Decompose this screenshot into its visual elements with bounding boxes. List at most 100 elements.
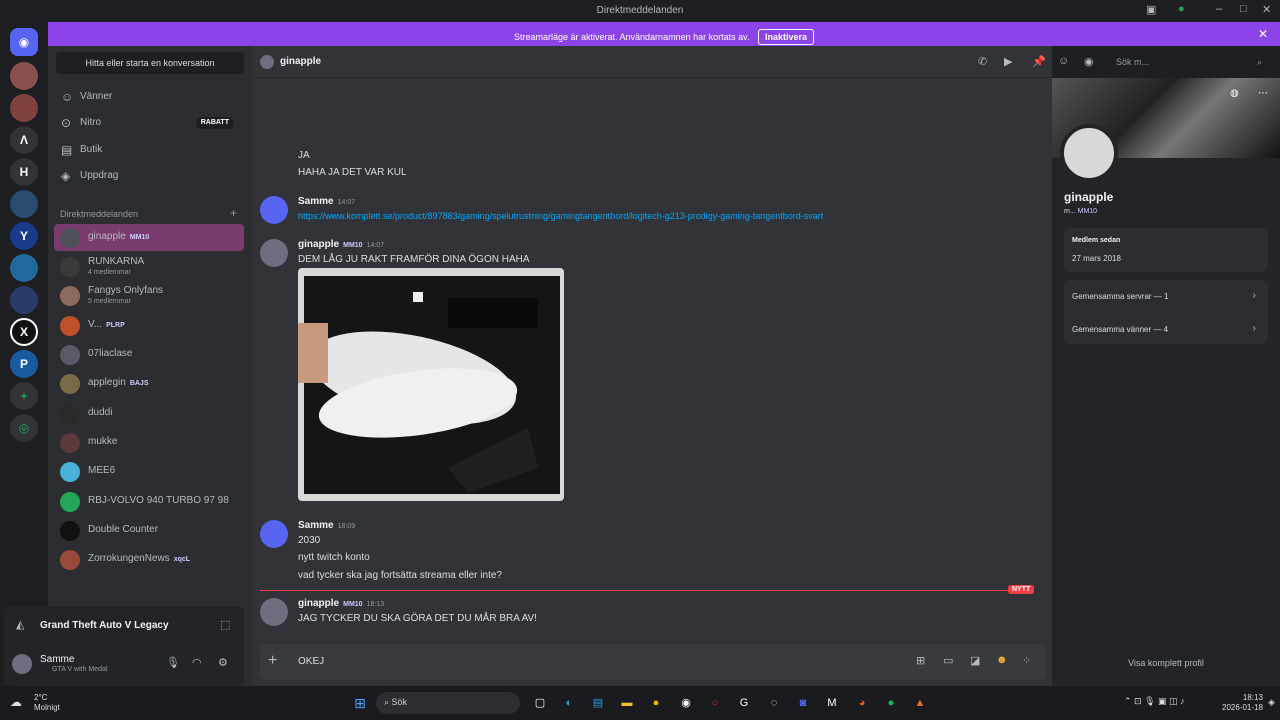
disable-streamer-mode-button[interactable]: Inaktivera <box>757 29 814 45</box>
server-icon[interactable] <box>10 190 38 218</box>
message-time: 18:09 <box>337 523 356 530</box>
folder-icon[interactable]: ▬ <box>619 695 635 711</box>
apps-icon[interactable]: ⁘ <box>1022 654 1031 667</box>
more-icon[interactable]: ⋯ <box>1258 88 1268 99</box>
avatar[interactable] <box>260 239 288 267</box>
message-author[interactable]: ginapple MM10 14:07 <box>298 239 384 250</box>
dm-item[interactable]: Fangys Onlyfans 5 medlemmar <box>54 282 244 309</box>
user-badge: MM10 <box>1077 208 1098 215</box>
server-icon[interactable] <box>10 62 38 90</box>
windows-start-icon[interactable]: ⊞ <box>352 695 368 711</box>
nav-nitro[interactable]: ⊙ Nitro RABATT <box>56 111 244 135</box>
notepad-icon[interactable]: ▤ <box>590 695 606 711</box>
search-input[interactable]: Sök m... ⌕ <box>1110 52 1268 72</box>
gift-icon[interactable]: ⊞ <box>916 654 925 667</box>
avatar[interactable] <box>12 654 32 674</box>
find-conversation-button[interactable]: Hitta eller starta en konversation <box>56 52 244 74</box>
nav-friends[interactable]: ☺ Vänner <box>56 85 244 109</box>
voice-call-icon[interactable]: ✆ <box>978 55 987 68</box>
add-server-icon[interactable]: + <box>10 382 38 410</box>
system-tray-icons[interactable]: ⌃ ⊡ 🎙 ▣ ◫ ♪ <box>1124 696 1185 707</box>
server-icon[interactable] <box>10 94 38 122</box>
close-icon[interactable]: ✕ <box>1258 27 1268 41</box>
attached-image[interactable] <box>298 268 564 501</box>
emoji-icon[interactable]: ☻ <box>996 654 1008 666</box>
maximize-button[interactable]: □ <box>1240 3 1247 15</box>
message-text: JA <box>298 150 310 161</box>
dm-item[interactable]: RUNKARNA 4 medlemmar <box>54 253 244 280</box>
video-call-icon[interactable]: ▶ <box>1004 55 1012 68</box>
server-icon[interactable] <box>10 286 38 314</box>
steam-icon[interactable]: ◉ <box>678 695 694 711</box>
dm-item[interactable]: ginapple MM10 <box>54 224 244 251</box>
sticker-icon[interactable]: ◪ <box>970 654 980 667</box>
server-icon[interactable]: Y <box>10 222 38 250</box>
message-author[interactable]: Samme 14:07 <box>298 196 355 207</box>
gear-icon[interactable]: ⚙ <box>218 656 228 669</box>
headphones-icon[interactable]: ◠ <box>192 656 202 669</box>
mutual-servers[interactable]: Gemensamma servrar — 1 <box>1072 292 1168 301</box>
server-icon[interactable] <box>10 254 38 282</box>
avatar[interactable] <box>260 196 288 224</box>
create-dm-icon[interactable]: + <box>230 206 237 220</box>
server-icon[interactable]: P <box>10 350 38 378</box>
spotify-icon[interactable]: ● <box>883 695 899 711</box>
message-author[interactable]: ginapple MM10 18:13 <box>298 598 384 609</box>
server-icon[interactable]: X <box>10 318 38 346</box>
message-author[interactable]: Samme 18:09 <box>298 520 355 531</box>
clock[interactable]: 18:13 2026-01-18 <box>1222 693 1263 713</box>
weather-widget[interactable]: 2°C Molnigt <box>34 693 60 713</box>
minimize-button[interactable]: – <box>1216 3 1222 15</box>
dm-item[interactable]: duddi <box>54 400 244 427</box>
help-icon[interactable]: ● <box>1178 3 1185 15</box>
dm-item[interactable]: RBJ-VOLVO 940 TURBO 97 98 <box>54 488 244 515</box>
dm-name: ginapple <box>88 231 126 242</box>
dm-name: Fangys Onlyfans <box>88 285 164 296</box>
dm-item[interactable]: 07liaclase <box>54 341 244 368</box>
dm-item[interactable]: MEE6 <box>54 458 244 485</box>
logitech-icon[interactable]: G <box>736 695 752 711</box>
close-window-button[interactable]: ✕ <box>1262 3 1271 16</box>
taskbar-search[interactable]: ⌕ Sök <box>376 692 520 714</box>
dm-item[interactable]: V... PLRP <box>54 312 244 339</box>
user-profile-icon[interactable]: ◉ <box>1084 55 1094 68</box>
dm-item[interactable]: Double Counter <box>54 517 244 544</box>
add-friends-icon[interactable]: ☺ <box>1058 55 1069 67</box>
message-time: 18:13 <box>366 601 385 608</box>
screen-share-icon[interactable]: ⬚ <box>220 618 230 631</box>
mutual-friends[interactable]: Gemensamma vänner — 4 <box>1072 325 1168 334</box>
screen-share-icon[interactable]: ▣ <box>1146 3 1156 16</box>
avatar[interactable] <box>260 520 288 548</box>
notification-icon[interactable]: ◈ <box>1268 697 1275 708</box>
nav-quests[interactable]: ◈ Uppdrag <box>56 164 244 188</box>
avatar[interactable] <box>1060 124 1118 182</box>
firefox-icon[interactable]: ◕ <box>854 695 870 711</box>
dm-item[interactable]: ZorrokungenNews xqcL <box>54 546 244 573</box>
server-icon[interactable]: H <box>10 158 38 186</box>
task-view-icon[interactable]: ▢ <box>532 695 548 711</box>
edge-icon[interactable]: ◐ <box>561 695 577 711</box>
view-full-profile-link[interactable]: Visa komplett profil <box>1052 658 1280 668</box>
explore-icon[interactable]: ◎ <box>10 414 38 442</box>
add-friend-icon[interactable]: ◍ <box>1230 88 1239 99</box>
dm-item[interactable]: mukke <box>54 429 244 456</box>
message-link[interactable]: https://www.komplett.se/product/897883/g… <box>298 211 823 221</box>
nav-shop[interactable]: ▤ Butik <box>56 138 244 162</box>
dm-item[interactable]: applegin BAJS <box>54 370 244 397</box>
app-icon[interactable]: M <box>824 695 840 711</box>
server-icon[interactable]: Ʌ <box>10 126 38 154</box>
app-icon[interactable]: ▲ <box>912 695 928 711</box>
gif-icon[interactable]: ▭ <box>943 654 953 667</box>
avatar[interactable] <box>260 598 288 626</box>
message-composer[interactable]: + OKEJ ⊞ ▭ ◪ ☻ ⁘ <box>260 644 1046 680</box>
discord-icon[interactable]: ◙ <box>795 695 811 711</box>
opera-icon[interactable]: ○ <box>707 695 723 711</box>
mutual-card: Gemensamma servrar — 1 › Gemensamma vänn… <box>1064 280 1268 344</box>
microphone-icon[interactable]: 🎙 <box>166 656 180 669</box>
app-icon[interactable]: ◌ <box>766 695 782 711</box>
pin-icon[interactable]: 📌 <box>1032 55 1046 68</box>
message-input[interactable]: OKEJ <box>298 656 324 667</box>
add-attachment-icon[interactable]: + <box>268 652 277 670</box>
chrome-icon[interactable]: ● <box>648 695 664 711</box>
discord-home-icon[interactable]: ◉ <box>10 28 38 56</box>
